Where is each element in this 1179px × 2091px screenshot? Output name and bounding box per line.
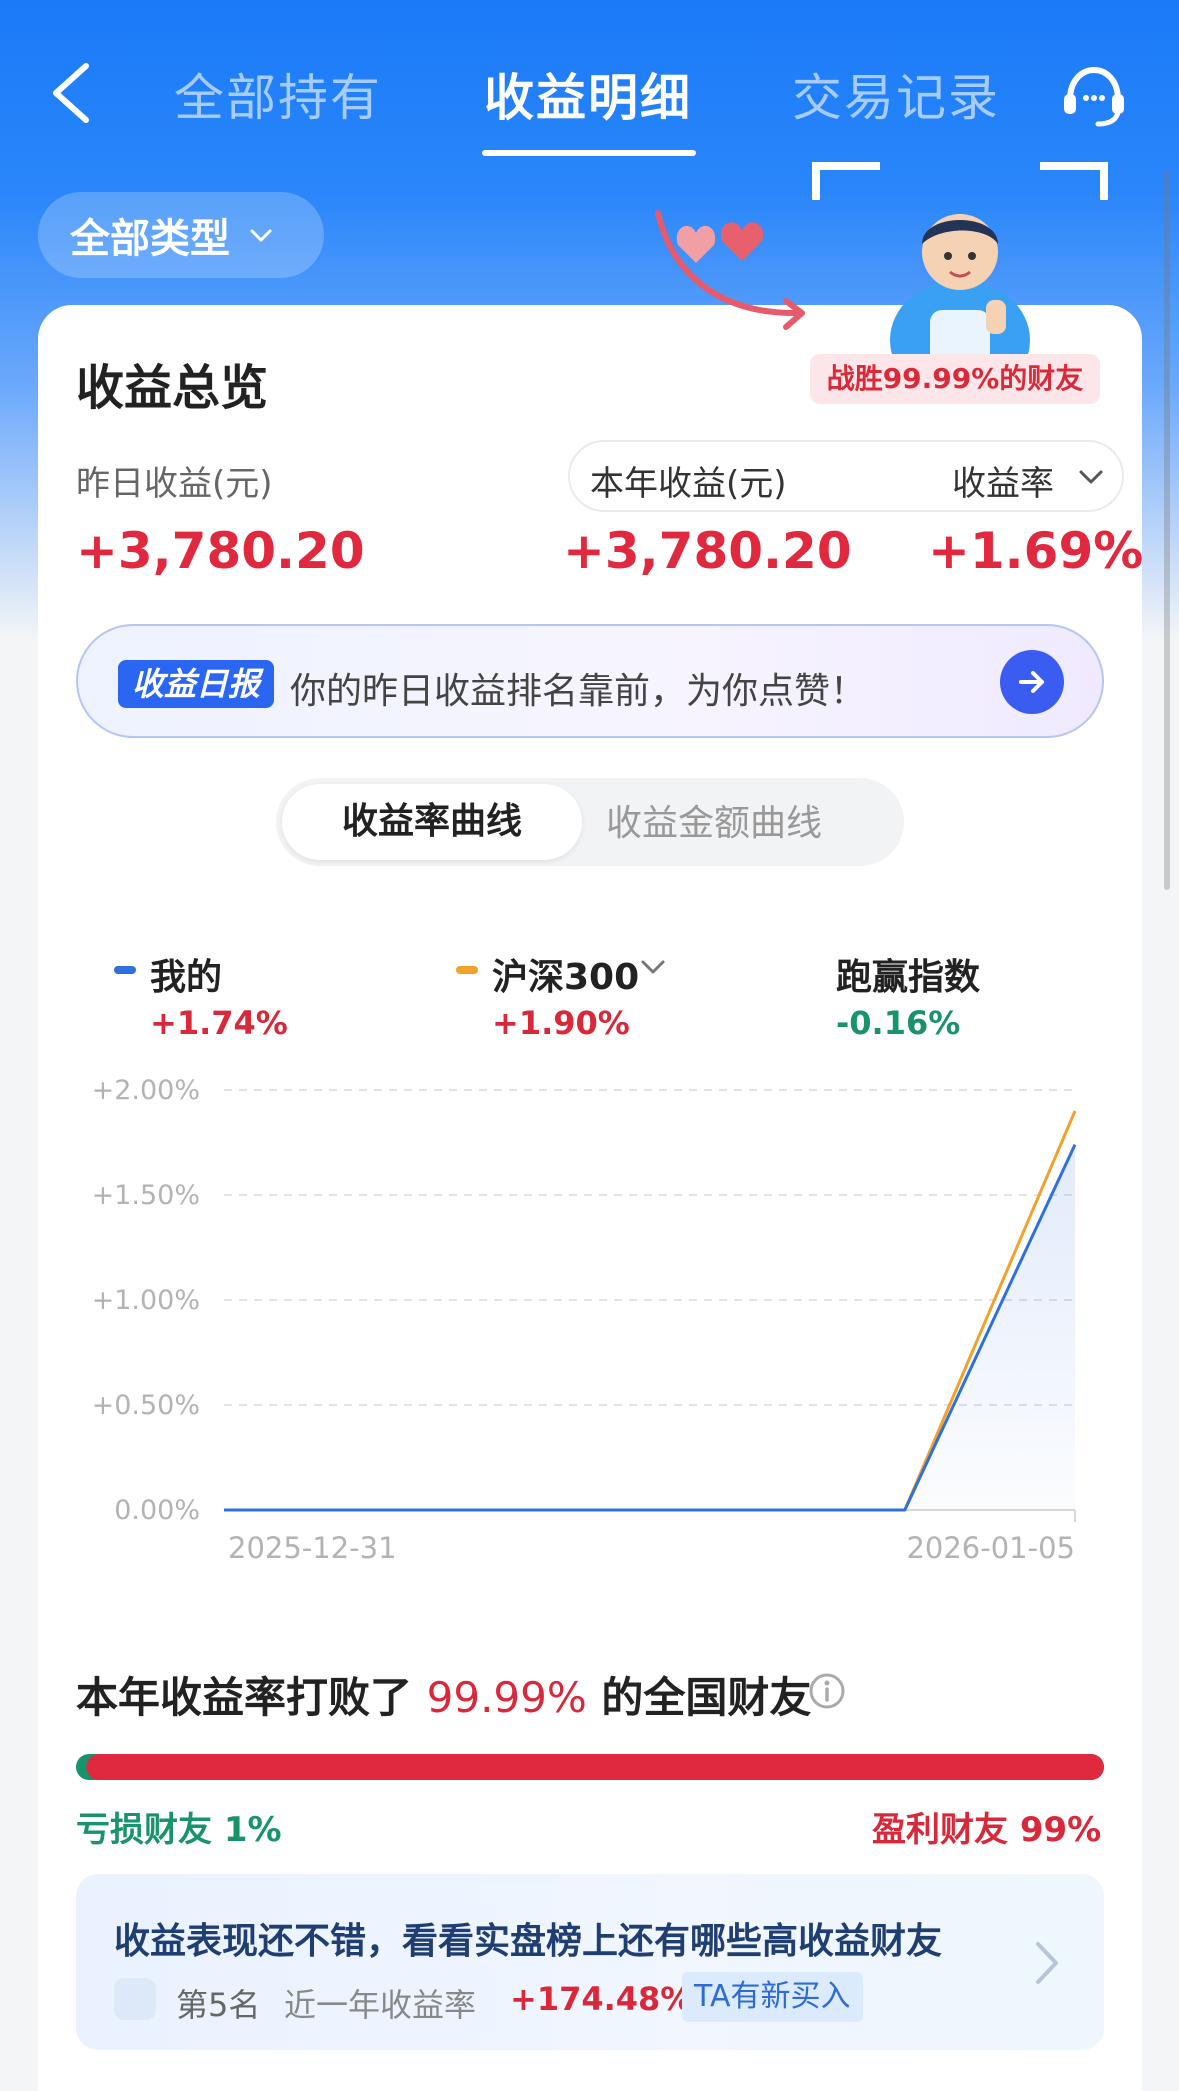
y-tick-label: +0.50% [92,1390,200,1421]
tab-earnings-detail[interactable]: 收益明细 [484,58,692,130]
mascot-badge [812,162,1108,444]
x-tick-label: 2026-01-05 [906,1531,1075,1565]
segment-rate-curve[interactable]: 收益率曲线 [282,784,582,860]
chevron-left-icon[interactable] [44,58,100,128]
legend-mine-value: +1.74% [150,1004,288,1042]
yesterday-earnings-value: +3,780.20 [76,522,365,580]
heart-arrow-decoration [655,210,805,330]
chevron-right-icon[interactable] [1032,1938,1062,1988]
daily-report-banner[interactable]: 收益日报 你的昨日收益排名靠前，为你点赞！ [76,624,1104,738]
legend-mine-name: 我的 [150,957,223,998]
scrollbar[interactable] [1164,170,1170,890]
tab-holdings[interactable]: 全部持有 [174,58,382,130]
earnings-rate-chart: +2.00% +1.50% +1.00% +0.50% 0.00% 2025-12-31 2… [92,1075,1077,1565]
tab-transactions[interactable]: 交易记录 [792,58,1000,130]
arrow-right-icon[interactable] [1000,650,1064,714]
loss-friends-label: 亏损财友 1% [76,1810,282,1850]
promo-new-buy-tag: TA有新买入 [682,1972,863,2022]
beat-suffix: 的全国财友 [601,1673,812,1722]
y-tick-label: +1.00% [92,1285,200,1316]
ratio-bar-win [86,1754,1104,1780]
rate-value: +1.69% [928,522,1144,580]
x-tick-label: 2025-12-31 [228,1531,397,1565]
win-badge: 战胜99.99%的财友 [810,354,1100,404]
beat-percentage: 99.99% [426,1673,587,1722]
year-earnings-selector[interactable]: 本年收益(元) 收益率 [568,440,1124,512]
avatar [114,1978,156,2020]
promo-rate-value: +174.48% [510,1980,693,2018]
legend-index-name[interactable]: 沪深300 [492,948,639,1000]
promo-rate-label: 近一年收益率 [284,1986,477,2024]
y-tick-label: +2.00% [92,1075,200,1106]
segment-amount-curve[interactable]: 收益金额曲线 [606,794,822,846]
legend-mine-marker [114,966,136,974]
legend-beat-value: -0.16% [836,1004,961,1042]
yesterday-earnings-label: 昨日收益(元) [76,464,273,504]
beat-prefix: 本年收益率打败了 [76,1673,413,1722]
info-icon[interactable] [808,1672,846,1710]
rate-label: 收益率 [952,464,1054,504]
chevron-down-icon[interactable] [640,956,666,978]
promo-title: 收益表现还不错，看看实盘榜上还有哪些高收益财友 [114,1921,943,1962]
year-earnings-value: +3,780.20 [563,522,852,580]
beat-statement: 本年收益率打败了 99.99% 的全国财友 [76,1664,811,1725]
legend-index-value: +1.90% [492,1004,630,1042]
win-friends-label: 盈利财友 99% [872,1810,1102,1850]
type-filter-dropdown[interactable]: 全部类型 [38,192,324,278]
chevron-down-icon [1079,470,1103,484]
win-loss-ratio-bar [76,1754,1104,1780]
series-mine-area [224,1144,1075,1510]
promo-rank: 第5名 [176,1986,261,2024]
daily-report-tag: 收益日报 [118,660,275,708]
active-tab-indicator [482,150,696,156]
y-tick-label: +1.50% [92,1180,200,1211]
customer-service-icon[interactable] [1058,62,1130,130]
daily-report-text: 你的昨日收益排名靠前，为你点赞！ [290,671,867,712]
type-filter-label: 全部类型 [70,216,230,262]
curve-type-segment: 收益率曲线 收益金额曲线 [276,778,904,866]
legend-index-marker [456,966,478,974]
y-tick-label: 0.00% [114,1495,200,1526]
year-earnings-label: 本年收益(元) [590,464,787,504]
chevron-down-icon [250,229,272,242]
legend-beat-name: 跑赢指数 [836,957,981,998]
leaderboard-promo[interactable]: 收益表现还不错，看看实盘榜上还有哪些高收益财友 第5名 近一年收益率 +174.… [76,1874,1104,2050]
overview-title: 收益总览 [76,360,269,416]
